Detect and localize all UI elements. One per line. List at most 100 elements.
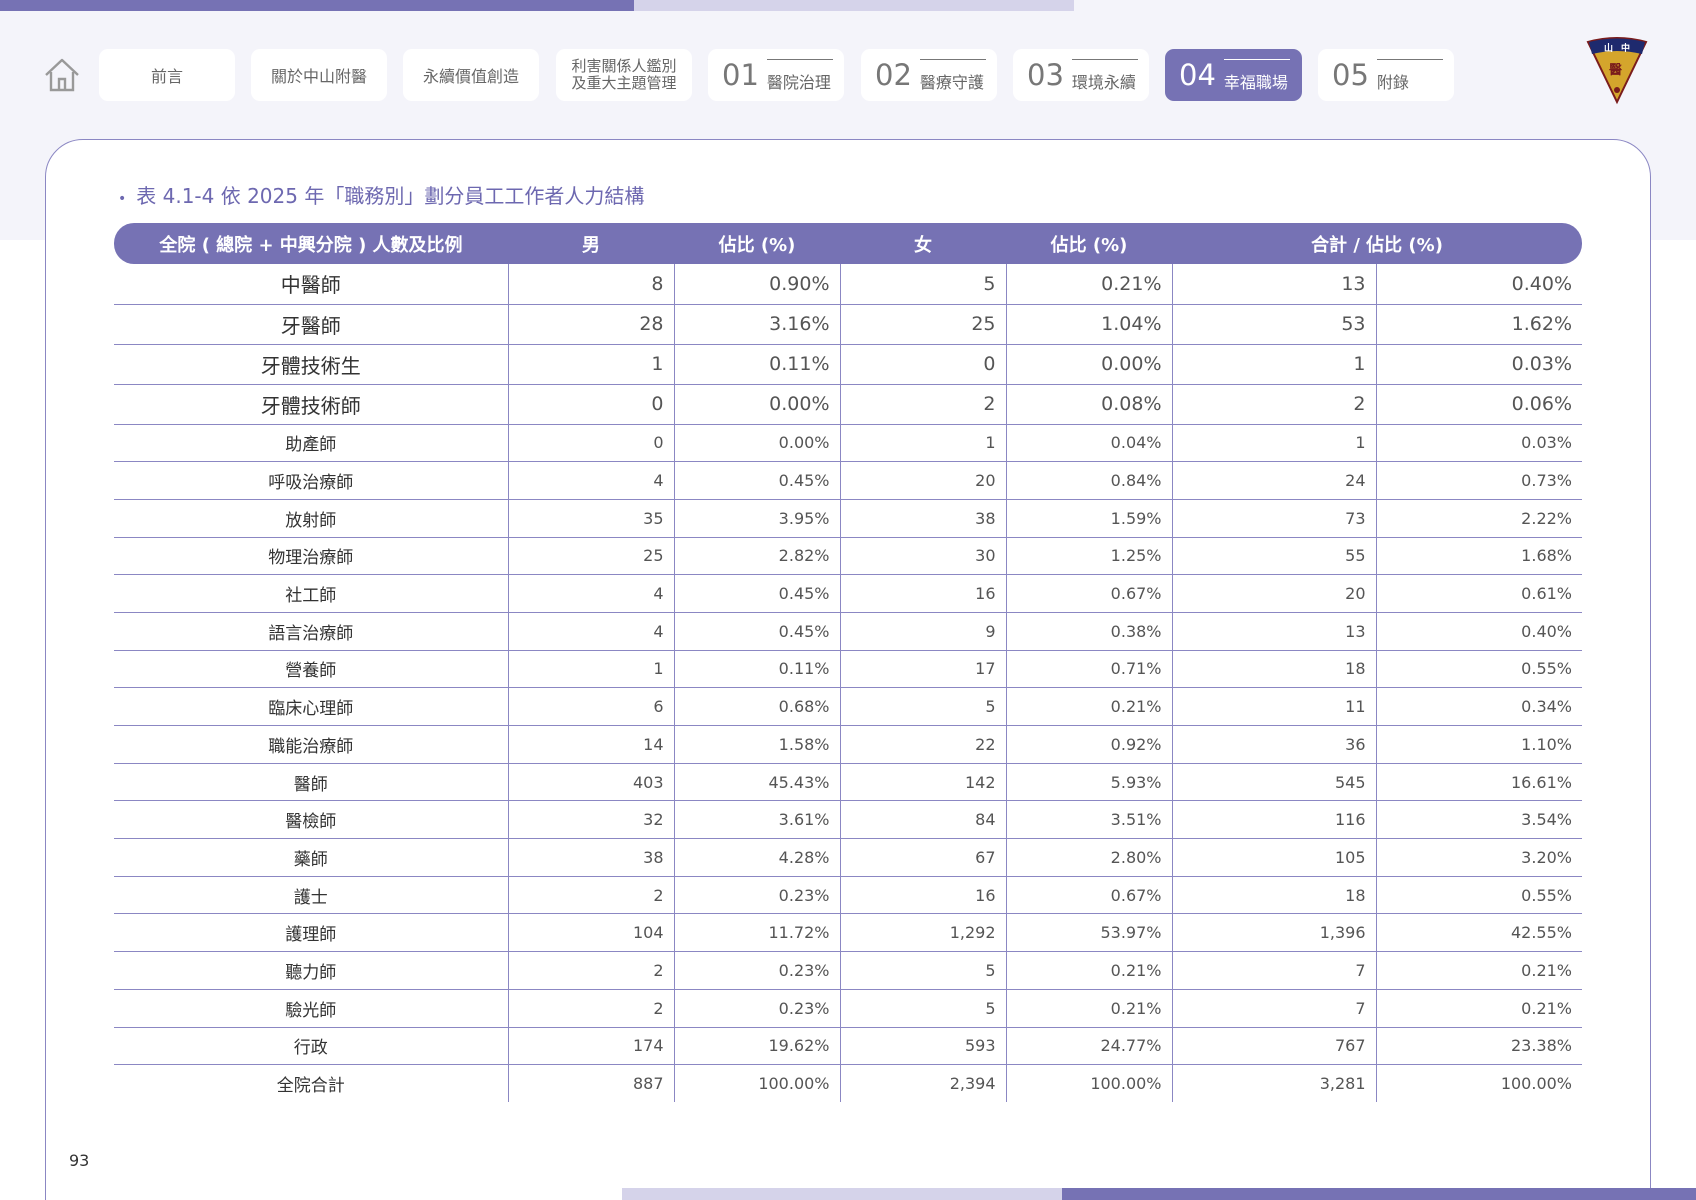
row-label: 語言治療師: [114, 612, 509, 651]
table-cell: 5: [840, 687, 1007, 726]
header-total: 合計 / 佔比 (%): [1172, 223, 1582, 264]
table-cell: 1: [1172, 424, 1377, 463]
table-cell: 13: [1172, 264, 1377, 305]
nav-label: 前言: [150, 67, 183, 86]
table-cell: 0.06%: [1376, 384, 1582, 425]
nav-chapter-05[interactable]: 05 附錄: [1318, 49, 1454, 101]
row-label: 營養師: [114, 650, 509, 689]
table-cell: 1.58%: [674, 725, 841, 764]
table-row: 語言治療師 4 0.45% 9 0.38% 13 0.40%: [114, 612, 1582, 651]
table-cell: 9: [840, 612, 1007, 651]
table-cell: 1,292: [840, 913, 1007, 953]
table-cell: 25: [508, 537, 675, 576]
table-cell: 100.00%: [674, 1064, 841, 1103]
table-cell: 0.23%: [674, 989, 841, 1028]
table-cell: 1.68%: [1376, 537, 1582, 576]
nav-about[interactable]: 關於中山附醫: [251, 49, 387, 101]
row-label: 臨床心理師: [114, 687, 509, 726]
home-icon[interactable]: [42, 55, 82, 95]
table-row: 醫檢師 32 3.61% 84 3.51% 116 3.54%: [114, 800, 1582, 840]
nav-chapter-04[interactable]: 04 幸福職場: [1165, 49, 1302, 101]
table-cell: 2: [508, 876, 675, 915]
svg-text:中: 中: [1621, 42, 1630, 54]
chapter-number: 02: [875, 58, 912, 92]
chapter-number: 04: [1179, 58, 1216, 92]
table-cell: 0: [508, 424, 675, 463]
table-row: 聽力師 2 0.23% 5 0.21% 7 0.21%: [114, 951, 1582, 990]
nav-label: 利害關係人鑑別 及重大主題管理: [571, 57, 677, 92]
nav-preface[interactable]: 前言: [99, 49, 235, 101]
table-cell: 5: [840, 989, 1007, 1028]
table-cell: 22: [840, 725, 1007, 764]
table-cell: 1: [508, 650, 675, 689]
table-body: 中醫師 8 0.90% 5 0.21% 13 0.40% 牙醫師 28 3.16% 25 1.04% 5…: [114, 264, 1582, 1103]
nav-chapter-01[interactable]: 01 醫院治理: [708, 49, 844, 101]
hospital-logo[interactable]: 山 中 醫: [1584, 36, 1650, 106]
table-cell: 0.04%: [1006, 424, 1173, 463]
header-female-pct: 佔比 (%): [1006, 223, 1172, 264]
table-cell: 0.45%: [674, 574, 841, 613]
table-cell: 38: [508, 838, 675, 877]
table-cell: 42.55%: [1376, 913, 1582, 953]
nav-stakeholders[interactable]: 利害關係人鑑別 及重大主題管理: [556, 49, 692, 101]
table-cell: 0.23%: [674, 876, 841, 915]
table-cell: 4.28%: [674, 838, 841, 877]
table-cell: 0.00%: [674, 424, 841, 463]
header-category: 全院 ( 總院 + 中興分院 ) 人數及比例: [114, 223, 508, 264]
nav-value-creation[interactable]: 永續價值創造: [403, 49, 539, 101]
row-label: 物理治療師: [114, 537, 509, 576]
table-cell: 5: [840, 264, 1007, 305]
row-label: 護理師: [114, 913, 509, 953]
row-label: 呼吸治療師: [114, 461, 509, 500]
table-cell: 67: [840, 838, 1007, 877]
table-cell: 593: [840, 1027, 1007, 1066]
table-cell: 2.22%: [1376, 499, 1582, 538]
table-cell: 3.95%: [674, 499, 841, 538]
table-cell: 767: [1172, 1027, 1377, 1066]
nav-chapter-02[interactable]: 02 醫療守護: [861, 49, 997, 101]
chapter-number: 05: [1332, 58, 1369, 92]
table-cell: 28: [508, 304, 675, 345]
table-cell: 16: [840, 574, 1007, 613]
svg-text:山: 山: [1604, 42, 1613, 54]
chapter-label: 幸福職場: [1223, 57, 1290, 93]
table-row: 護理師 104 11.72% 1,292 53.97% 1,396 42.55%: [114, 913, 1582, 953]
table-cell: 0.71%: [1006, 650, 1173, 689]
top-accent-bar-light: [634, 0, 1074, 11]
table-cell: 0.11%: [674, 344, 841, 385]
table-cell: 1.10%: [1376, 725, 1582, 764]
nav-chapter-03[interactable]: 03 環境永續: [1013, 49, 1149, 101]
table-cell: 0.23%: [674, 951, 841, 990]
table-cell: 0: [840, 344, 1007, 385]
table-cell: 8: [508, 264, 675, 305]
table-cell: 2: [1172, 384, 1377, 425]
top-accent-bar: [0, 0, 634, 11]
table-cell: 0.00%: [1006, 344, 1173, 385]
table-cell: 0.45%: [674, 612, 841, 651]
table-row: 護士 2 0.23% 16 0.67% 18 0.55%: [114, 876, 1582, 915]
table-cell: 887: [508, 1064, 675, 1103]
table-row: 臨床心理師 6 0.68% 5 0.21% 11 0.34%: [114, 687, 1582, 726]
svg-text:醫: 醫: [1609, 63, 1622, 78]
table-cell: 0.40%: [1376, 264, 1582, 305]
table-row: 行政 174 19.62% 593 24.77% 767 23.38%: [114, 1027, 1582, 1066]
row-label: 醫檢師: [114, 800, 509, 840]
row-label: 牙體技術師: [114, 384, 509, 425]
table-row: 牙醫師 28 3.16% 25 1.04% 53 1.62%: [114, 304, 1582, 345]
chapter-number: 01: [722, 58, 759, 92]
table-cell: 1.04%: [1006, 304, 1173, 345]
table-cell: 16.61%: [1376, 763, 1582, 802]
table-cell: 0.45%: [674, 461, 841, 500]
table-cell: 53: [1172, 304, 1377, 345]
table-cell: 16: [840, 876, 1007, 915]
header-male: 男: [508, 223, 674, 264]
table-cell: 0.90%: [674, 264, 841, 305]
table-cell: 17: [840, 650, 1007, 689]
bottom-accent-bar: [1062, 1188, 1696, 1200]
table-cell: 0.21%: [1006, 951, 1173, 990]
table-cell: 19.62%: [674, 1027, 841, 1066]
table-cell: 0.40%: [1376, 612, 1582, 651]
table-cell: 0.21%: [1006, 989, 1173, 1028]
table-cell: 4: [508, 461, 675, 500]
table-cell: 1.25%: [1006, 537, 1173, 576]
